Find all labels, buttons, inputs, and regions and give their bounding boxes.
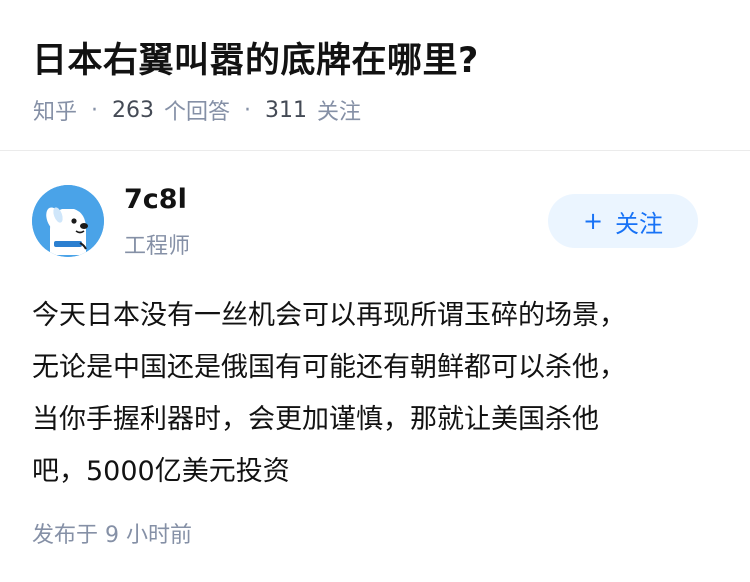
divider <box>0 150 750 151</box>
answer-line: 无论是中国还是俄国有可能还有朝鲜都可以杀他， <box>32 352 626 383</box>
cartoon-dog-avatar-icon[interactable] <box>32 185 104 257</box>
separator-dot: · <box>91 97 99 123</box>
answer-line: 今天日本没有一丝机会可以再现所谓玉碎的场景， <box>32 300 626 331</box>
follow-button[interactable]: + 关注 <box>548 194 698 248</box>
answer-page: 日本右翼叫嚣的底牌在哪里? 知乎 · 263 个回答 · 311 关注 7c8l… <box>0 0 750 582</box>
answer-line: 当你手握利器时，会更加谨慎，那就让美国杀他 <box>32 404 599 435</box>
question-title[interactable]: 日本右翼叫嚣的底牌在哪里? <box>32 32 479 83</box>
posted-time: 发布于 9 小时前 <box>32 523 192 548</box>
question-meta: 知乎 · 263 个回答 · 311 关注 <box>33 94 361 126</box>
follower-count-label: 关注 <box>317 100 362 125</box>
separator-dot: · <box>244 97 252 123</box>
answer-count: 263 <box>112 97 155 123</box>
answer-body[interactable]: 今天日本没有一丝机会可以再现所谓玉碎的场景， 无论是中国还是俄国有可能还有朝鲜都… <box>32 290 692 498</box>
author-name[interactable]: 7c8l <box>124 184 187 215</box>
follower-count: 311 <box>265 97 308 123</box>
source-label[interactable]: 知乎 <box>33 94 77 126</box>
answer-line: 吧，5000亿美元投资 <box>32 456 290 487</box>
follow-button-label: 关注 <box>615 209 664 238</box>
author-headline: 工程师 <box>124 234 191 259</box>
plus-icon: + <box>582 207 604 235</box>
answer-count-label: 个回答 <box>164 100 231 125</box>
